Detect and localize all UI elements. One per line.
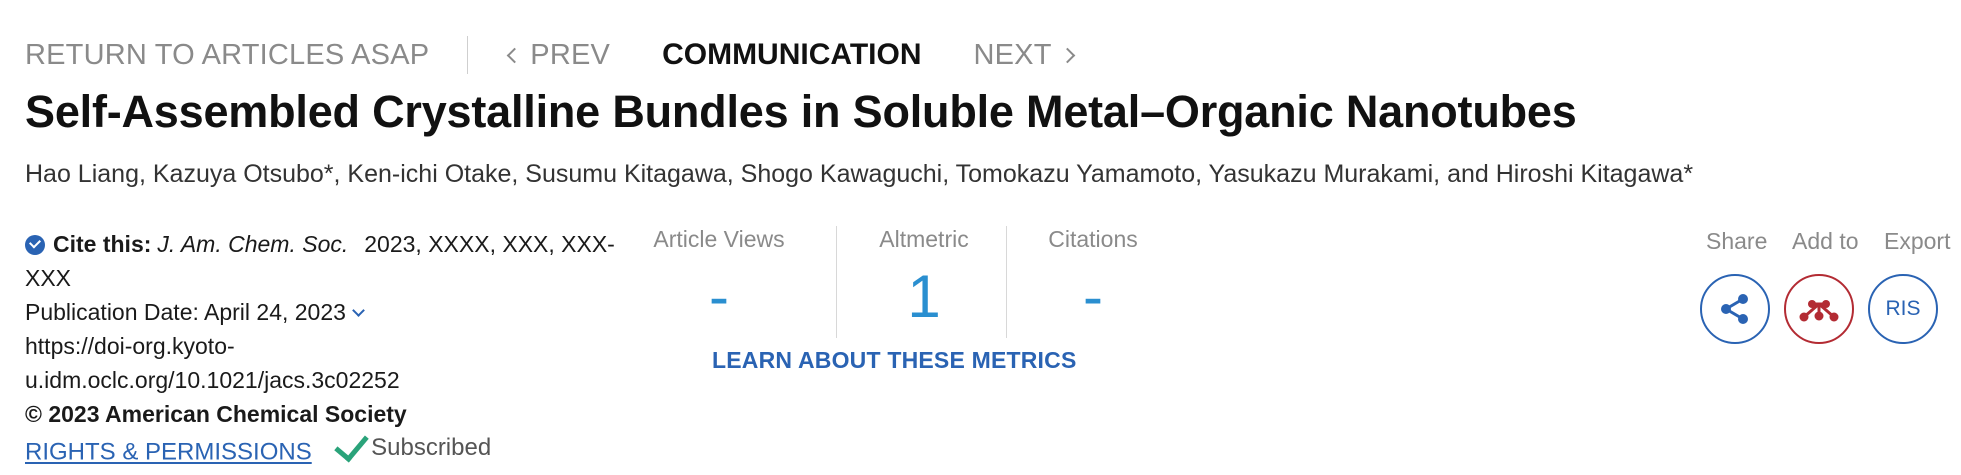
metric-citations: Citations - [1028,226,1158,327]
learn-about-metrics-link[interactable]: LEARN ABOUT THESE METRICS [712,347,1077,374]
doi-line-2: u.idm.oclc.org/10.1021/jacs.3c02252 [25,367,400,393]
metric-divider [1006,226,1007,338]
journal-name: J. Am. Chem. Soc. [157,231,349,257]
nav-divider [467,36,469,74]
rights-permissions-link[interactable]: RIGHTS & PERMISSIONS [25,439,312,466]
altmetric-label: Altmetric [879,226,969,252]
subscribed-badge: Subscribed [334,426,492,465]
next-link[interactable]: NEXT [973,38,1075,72]
metric-article-views: Article Views - [626,226,812,327]
export-ris-button[interactable]: RIS [1868,274,1938,344]
chevron-right-icon [1059,47,1075,63]
author-list[interactable]: Hao Liang, Kazuya Otsubo*, Ken-ichi Otak… [25,160,1693,189]
rights-row: RIGHTS & PERMISSIONS Subscribed [25,426,625,470]
export-label: Export [1884,228,1951,254]
prev-link[interactable]: PREV [506,39,610,72]
metric-altmetric[interactable]: Altmetric 1 [852,226,996,327]
citations-value: - [1083,263,1103,330]
article-nav: RETURN TO ARTICLES ASAP PREV COMMUNICATI… [25,34,1075,76]
publication-date-text: Publication Date: April 24, 2023 [25,299,346,325]
article-title: Self-Assembled Crystalline Bundles in So… [25,86,1577,137]
article-type: COMMUNICATION [662,38,922,71]
cite-label: Cite this: [53,231,152,257]
ris-label: RIS [1885,297,1921,320]
return-to-articles-link[interactable]: RETURN TO ARTICLES ASAP [25,39,429,72]
chevron-left-icon [507,47,523,63]
altmetric-value[interactable]: 1 [852,267,996,327]
mendeley-icon [1799,300,1839,322]
cite-this[interactable]: Cite this: J. Am. Chem. Soc. 2023, XXXX, X… [25,227,625,261]
share-button[interactable] [1700,274,1770,344]
prev-label: PREV [530,38,611,71]
citations-label: Citations [1048,226,1138,252]
article-meta: Cite this: J. Am. Chem. Soc. 2023, XXXX, X… [25,227,625,470]
article-views-label: Article Views [653,226,785,252]
add-to-label: Add to [1792,228,1859,254]
next-label: NEXT [973,38,1052,71]
metric-divider [836,226,837,338]
subscribed-label: Subscribed [371,434,492,461]
citation-volume: 2023, XXXX, XXX, XXX- [364,231,615,257]
doi-line-1: https://doi-org.kyoto- [25,333,235,359]
citation-pages: XXX [25,265,72,291]
add-to-mendeley-button[interactable] [1784,274,1854,344]
publication-date[interactable]: Publication Date: April 24, 2023 [25,295,625,329]
article-views-value: - [709,263,729,330]
chevron-down-icon [352,304,365,317]
copyright: © 2023 American Chemical Society [25,401,407,427]
share-label: Share [1706,228,1768,254]
check-circle-icon [25,235,45,255]
checkmark-icon [334,426,369,462]
share-icon [1721,294,1748,324]
